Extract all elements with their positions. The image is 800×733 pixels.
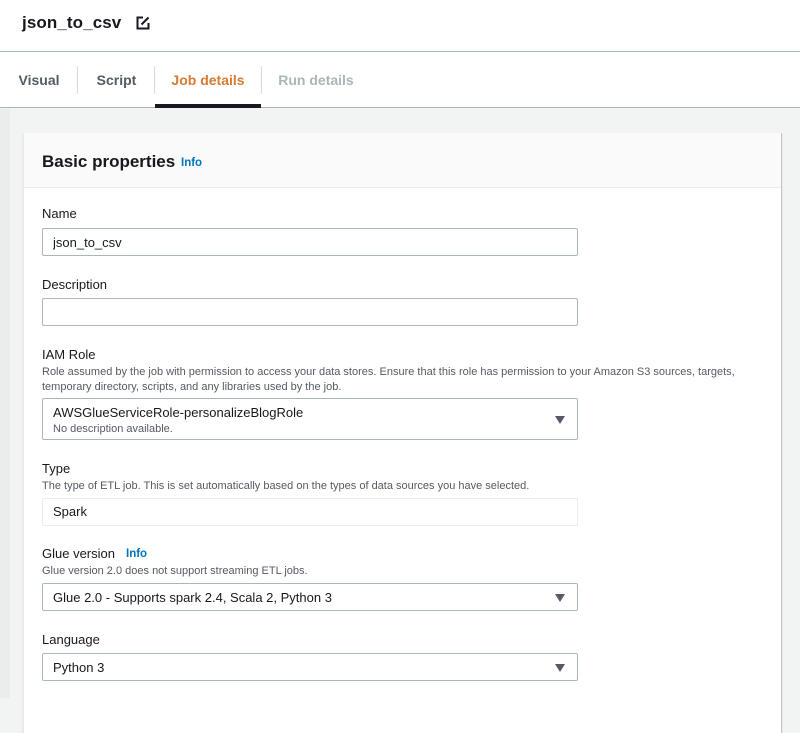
job-title: json_to_csv bbox=[22, 13, 122, 32]
language-label: Language bbox=[42, 632, 100, 647]
name-label: Name bbox=[42, 206, 77, 221]
description-label: Description bbox=[42, 277, 108, 292]
panel-title: Basic properties bbox=[42, 152, 176, 171]
glue-version-selected: Glue 2.0 - Supports spark 2.4, Scala 2, … bbox=[53, 590, 332, 605]
name-input[interactable] bbox=[42, 228, 578, 256]
iam-role-select[interactable]: AWSGlueServiceRole-personalizeBlogRole N… bbox=[42, 398, 578, 440]
iam-role-label: IAM Role bbox=[42, 347, 96, 362]
edit-icon[interactable] bbox=[136, 16, 150, 30]
tab-job-details[interactable]: Job details bbox=[155, 52, 261, 108]
basic-properties-panel: Basic properties Info Name Description I… bbox=[23, 133, 782, 733]
tab-bar: Visual Script Job details Run details bbox=[0, 52, 800, 108]
language-selected: Python 3 bbox=[53, 660, 105, 675]
caret-down-icon bbox=[555, 664, 565, 672]
tab-run-details: Run details bbox=[278, 72, 354, 88]
type-label: Type bbox=[42, 461, 71, 476]
job-header: json_to_csv bbox=[0, 0, 800, 52]
glue-version-description: Glue version 2.0 does not support stream… bbox=[42, 565, 308, 577]
iam-role-selected: AWSGlueServiceRole-personalizeBlogRole bbox=[53, 405, 304, 420]
panel-header: Basic properties Info bbox=[24, 133, 781, 188]
type-description: The type of ETL job. This is set automat… bbox=[42, 480, 530, 492]
tab-script[interactable]: Script bbox=[78, 52, 155, 108]
active-tab-indicator bbox=[155, 104, 261, 108]
type-value: Spark bbox=[42, 498, 578, 526]
page-gutter bbox=[0, 109, 10, 698]
caret-down-icon bbox=[555, 416, 565, 424]
info-link[interactable]: Info bbox=[181, 157, 202, 169]
description-input[interactable] bbox=[42, 298, 578, 326]
glue-version-select[interactable]: Glue 2.0 - Supports spark 2.4, Scala 2, … bbox=[42, 583, 578, 611]
language-select[interactable]: Python 3 bbox=[42, 653, 578, 681]
iam-role-selected-description: No description available. bbox=[53, 423, 173, 435]
caret-down-icon bbox=[555, 594, 565, 602]
iam-role-description: Role assumed by the job with permission … bbox=[42, 366, 735, 393]
tab-visual[interactable]: Visual bbox=[0, 52, 78, 108]
glue-version-label: Glue version bbox=[42, 546, 115, 561]
glue-version-info-link[interactable]: Info bbox=[126, 548, 147, 560]
